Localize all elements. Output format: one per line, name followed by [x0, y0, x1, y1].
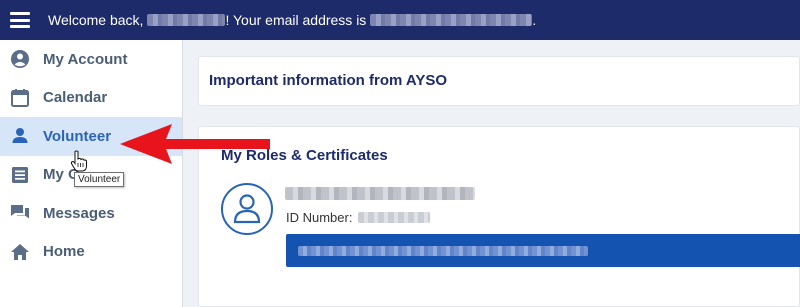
sidebar-item-messages[interactable]: Messages	[0, 194, 182, 233]
info-panel: Important information from AYSO	[198, 56, 800, 106]
email-suffix: .	[532, 12, 537, 28]
roles-panel: My Roles & Certificates ID Number:	[198, 126, 800, 307]
welcome-message: Welcome back, ! Your email address is .	[48, 12, 536, 28]
redacted-user-name	[147, 14, 226, 26]
hamburger-menu-icon[interactable]	[10, 12, 30, 28]
list-icon	[10, 165, 30, 185]
email-prefix: ! Your email address is	[225, 12, 367, 28]
sidebar-item-my-account[interactable]: My Account	[0, 40, 182, 79]
calendar-icon	[10, 88, 30, 108]
sidebar-item-label: Messages	[43, 204, 115, 222]
redacted-id-number	[358, 212, 431, 223]
home-icon	[10, 242, 30, 262]
id-number-row: ID Number:	[286, 210, 431, 225]
person-icon	[10, 126, 30, 146]
messages-icon	[10, 203, 30, 223]
redacted-certificate-text	[298, 245, 588, 256]
sidebar-item-label: Calendar	[43, 89, 108, 107]
welcome-prefix: Welcome back,	[48, 12, 144, 28]
certificate-bar[interactable]	[286, 234, 800, 267]
top-bar: Welcome back, ! Your email address is .	[0, 0, 800, 40]
sidebar-item-calendar[interactable]: Calendar	[0, 79, 182, 118]
account-circle-icon	[10, 49, 30, 69]
redacted-person-name	[285, 187, 475, 200]
main-content: Important information from AYSO My Roles…	[184, 40, 800, 307]
sidebar-item-label: Volunteer	[43, 127, 112, 145]
avatar-icon	[221, 183, 273, 235]
volunteer-tooltip: Volunteer	[74, 172, 125, 187]
redacted-email	[370, 14, 533, 26]
red-arrow-annotation	[120, 124, 270, 164]
sidebar-item-label: Home	[43, 243, 85, 261]
sidebar-item-home[interactable]: Home	[0, 233, 182, 272]
sidebar-item-label: My Account	[43, 50, 128, 68]
info-panel-title: Important information from AYSO	[209, 72, 448, 89]
id-number-label: ID Number:	[286, 210, 353, 225]
hand-cursor-icon	[70, 150, 87, 172]
